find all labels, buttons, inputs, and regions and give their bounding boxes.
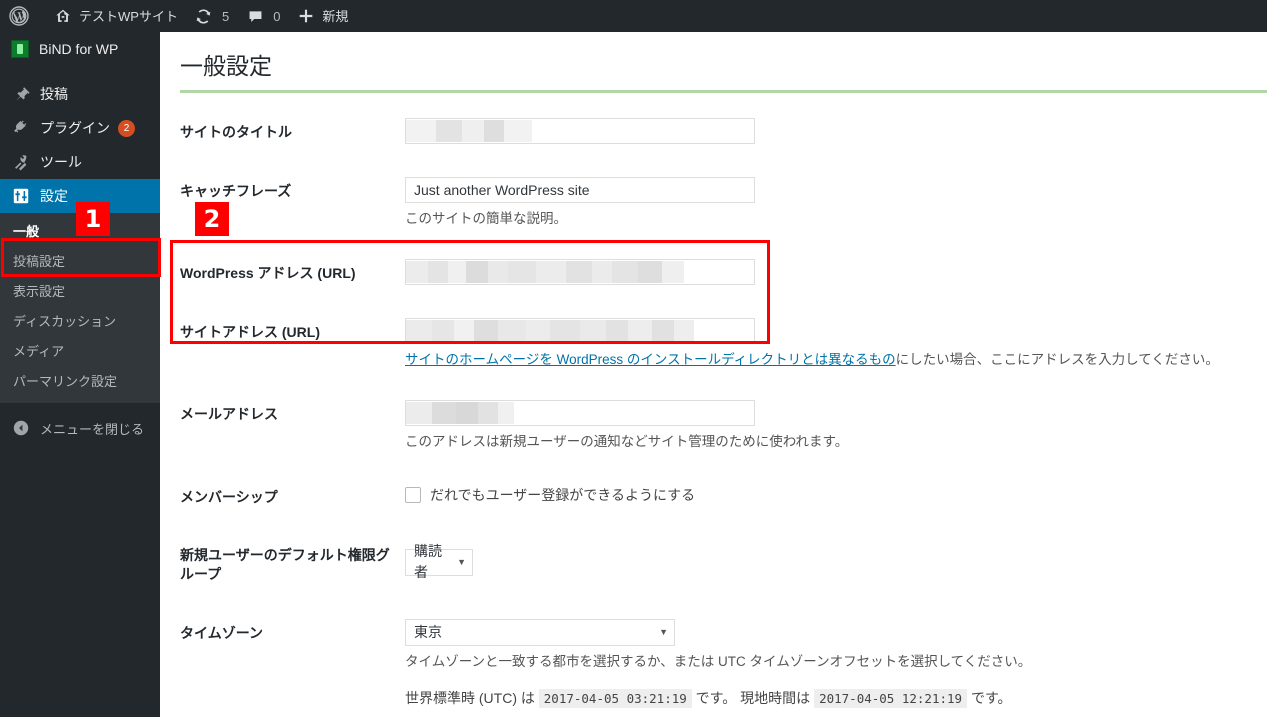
submenu-item-reading[interactable]: 表示設定 [0, 277, 160, 307]
label-membership: メンバーシップ [180, 488, 278, 505]
sliders-icon [11, 186, 31, 206]
main-content: 一般設定 サイトのタイトル キャッチフレーズ Just another Word… [160, 32, 1267, 717]
new-content-button[interactable]: 新規 [288, 0, 356, 32]
site-title-input[interactable] [405, 118, 755, 144]
default-role-value: 購読者 [414, 543, 442, 581]
wordpress-address-input[interactable] [405, 259, 755, 286]
label-default-role: 新規ユーザーのデフォルト権限グループ [180, 526, 405, 604]
row-site-address: サイトアドレス (URL) サイトのホームページを WordPress のインス… [180, 303, 1260, 385]
submenu-item-writing[interactable]: 投稿設定 [0, 247, 160, 277]
sidebar-item-label-plugins: プラグイン [40, 120, 110, 136]
pin-icon [11, 84, 31, 104]
label-wordpress-address: WordPress アドレス (URL) [180, 265, 356, 282]
default-role-select[interactable]: 購読者 ▼ [405, 543, 473, 580]
row-tagline: キャッチフレーズ Just another WordPress site このサ… [180, 162, 1260, 244]
wrench-icon [11, 152, 31, 172]
settings-submenu: 一般 投稿設定 表示設定 ディスカッション メディア パーマリンク設定 [0, 213, 160, 403]
updates-button[interactable]: 5 [186, 0, 237, 32]
admin-bar: テストWPサイト 5 0 新規 [0, 0, 1267, 32]
sidebar-item-label-posts: 投稿 [40, 86, 68, 102]
active-menu-arrow-icon [160, 188, 168, 204]
redaction-overlay [406, 402, 514, 425]
site-address-input[interactable] [405, 318, 755, 345]
label-default-role-text: 新規ユーザーのデフォルト権限グループ [180, 547, 390, 583]
redaction-overlay [406, 120, 532, 142]
redaction-overlay [406, 261, 684, 284]
row-wordpress-address: WordPress アドレス (URL) [180, 244, 1260, 303]
annotation-marker-1: 1 [76, 202, 110, 236]
chevron-down-icon: ▼ [457, 556, 466, 567]
timezone-value: 東京 [414, 624, 442, 641]
bind-app-icon [11, 40, 29, 58]
row-site-title: サイトのタイトル [180, 103, 1260, 162]
membership-checkbox-row[interactable]: だれでもユーザー登録ができるようにする [405, 483, 1250, 506]
row-email: メールアドレス このアドレスは新規ユーザーの通知などサイト管理のために使われます… [180, 385, 1260, 467]
utc-time-value: 2017-04-05 03:21:19 [538, 689, 692, 709]
updates-icon [194, 6, 214, 26]
tagline-description: このサイトの簡単な説明。 [405, 210, 567, 226]
timezone-description: タイムゾーンと一致する都市を選択するか、または UTC タイムゾーンオフセットを… [405, 652, 1250, 672]
submenu-item-discussion[interactable]: ディスカッション [0, 307, 160, 337]
plugins-update-badge: 2 [118, 119, 135, 137]
local-time-value: 2017-04-05 12:21:19 [814, 689, 968, 709]
email-description: このアドレスは新規ユーザーの通知などサイト管理のために使われます。 [405, 434, 849, 450]
row-membership: メンバーシップ だれでもユーザー登録ができるようにする [180, 468, 1260, 527]
site-address-help-link[interactable]: サイトのホームページを WordPress のインストールディレクトリとは異なる… [405, 352, 896, 367]
site-address-desc-tail: にしたい場合、ここにアドレスを入力してください。 [895, 352, 1219, 368]
collapse-menu-label: メニューを閉じる [40, 421, 145, 437]
comments-count: 0 [273, 8, 281, 24]
title-divider [180, 90, 1267, 93]
membership-checkbox[interactable] [405, 487, 421, 504]
local-prefix: 現地時間は [740, 690, 811, 707]
sidebar-item-label-bind: BiND for WP [39, 41, 119, 57]
collapse-arrow-icon [11, 418, 31, 438]
site-address-description: サイトのホームページを WordPress のインストールディレクトリとは異なる… [405, 350, 1250, 370]
menu-separator [0, 66, 160, 77]
plug-icon [11, 118, 31, 138]
row-timezone: タイムゾーン 東京 ▼ タイムゾーンと一致する都市を選択するか、または UTC … [180, 604, 1260, 717]
sidebar-item-label-settings: 設定 [40, 188, 68, 204]
home-icon [53, 6, 73, 26]
label-site-title: サイトのタイトル [180, 124, 292, 140]
annotation-marker-2: 2 [195, 202, 229, 236]
local-suffix: です。 [970, 690, 1012, 707]
utc-suffix: です。 [695, 690, 737, 707]
utc-prefix: 世界標準時 (UTC) は [405, 690, 535, 707]
wordpress-logo-icon [9, 6, 29, 26]
redaction-overlay [406, 320, 694, 343]
plus-icon [296, 6, 316, 26]
submenu-item-media[interactable]: メディア [0, 337, 160, 367]
site-name-button[interactable]: テストWPサイト [45, 0, 186, 32]
submenu-item-permalinks[interactable]: パーマリンク設定 [0, 367, 160, 397]
email-input[interactable] [405, 400, 755, 427]
row-default-role: 新規ユーザーのデフォルト権限グループ 購読者 ▼ [180, 526, 1260, 604]
wordpress-logo-button[interactable] [0, 0, 45, 32]
tagline-input[interactable]: Just another WordPress site [405, 176, 755, 203]
label-email: メールアドレス [180, 406, 278, 423]
sidebar-item-plugins[interactable]: プラグイン 2 [0, 111, 160, 145]
chevron-down-icon: ▼ [659, 627, 668, 638]
comments-button[interactable]: 0 [237, 0, 288, 32]
membership-checkbox-label: だれでもユーザー登録ができるようにする [430, 486, 696, 503]
general-settings-form: サイトのタイトル キャッチフレーズ Just another WordPress… [180, 103, 1260, 717]
sidebar-item-tools[interactable]: ツール [0, 145, 160, 179]
label-site-address: サイトアドレス (URL) [180, 324, 320, 341]
sidebar-item-bind-for-wp[interactable]: BiND for WP [0, 32, 160, 66]
sidebar-item-posts[interactable]: 投稿 [0, 77, 160, 111]
site-name-label: テストWPサイト [79, 8, 178, 24]
updates-count: 5 [221, 8, 230, 24]
label-timezone: タイムゾーン [180, 625, 264, 642]
comment-bubble-icon [245, 6, 265, 26]
timezone-select[interactable]: 東京 ▼ [405, 619, 675, 647]
collapse-menu-button[interactable]: メニューを閉じる [0, 411, 160, 445]
sidebar-item-label-tools: ツール [40, 154, 82, 170]
timezone-desc-text: タイムゾーンと一致する都市を選択するか、または UTC タイムゾーンオフセットを… [405, 654, 1032, 670]
new-content-label: 新規 [322, 8, 349, 24]
admin-sidebar: BiND for WP 投稿 プラグイン 2 ツール 設定 一般 投稿設定 表示… [0, 32, 168, 717]
timezone-current-times: 世界標準時 (UTC) は 2017-04-05 03:21:19 です。 現地… [405, 688, 1250, 709]
page-title: 一般設定 [180, 53, 272, 79]
